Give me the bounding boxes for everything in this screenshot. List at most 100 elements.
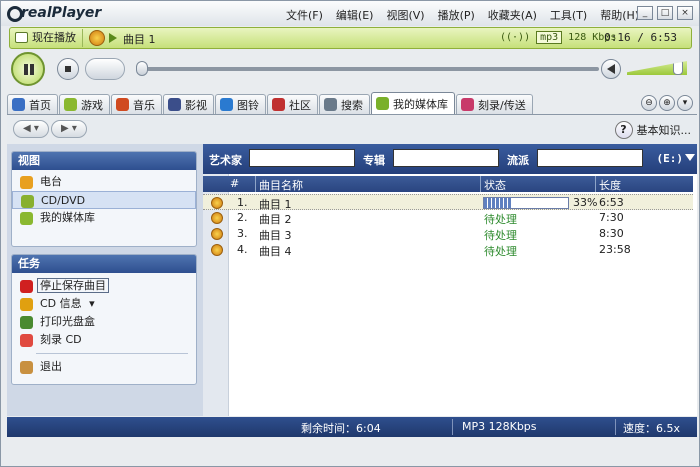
title-bar[interactable]: realPlayer 文件(F) 编辑(E) 视图(V) 播放(P) 收藏夹(A) 工具(… xyxy=(1,1,699,26)
rip-progress-fill xyxy=(484,198,512,208)
format-info: MP3 128Kbps xyxy=(462,420,537,433)
volume-knob[interactable] xyxy=(673,61,683,75)
track-icon xyxy=(211,244,223,256)
tab-7[interactable]: 我的媒体库 xyxy=(371,92,455,114)
seek-slider[interactable] xyxy=(136,61,599,76)
forward-button[interactable]: ▶ ▾ xyxy=(51,120,87,138)
menu-bar: 文件(F) 编辑(E) 视图(V) 播放(P) 收藏夹(A) 工具(T) 帮助(H) xyxy=(286,7,652,23)
table-row[interactable]: 2. 曲目 2 待处理 7:30 xyxy=(203,210,693,226)
track-icon xyxy=(211,228,223,240)
radio-icon xyxy=(20,176,33,189)
maximize-button[interactable]: □ xyxy=(657,6,673,20)
track-length: 7:30 xyxy=(599,211,624,224)
now-playing-title: 曲目 1 xyxy=(123,33,156,46)
window-controls: _ □ × xyxy=(637,6,693,20)
column-status[interactable]: 状态 xyxy=(484,177,506,193)
album-filter-input[interactable] xyxy=(393,149,499,167)
navigation-row: ◀ ▾ ▶ ▾ ? 基本知识... xyxy=(7,116,697,144)
stream-info: ((·)) mp3 128 Kbps xyxy=(500,31,616,44)
table-row[interactable]: 4. 曲目 4 待处理 23:58 xyxy=(203,242,693,258)
tab-3[interactable]: 影视 xyxy=(163,94,214,114)
drive-label: (E:) xyxy=(656,152,684,165)
format-badge: mp3 xyxy=(536,31,563,44)
burn-icon xyxy=(461,98,474,111)
menu-item-6[interactable]: 帮助(H) xyxy=(600,7,639,23)
track-list: # 曲目名称 状态 长度 1. 曲目 1 33% 6:53 2. 曲目 2 待处理 7:30 3… xyxy=(203,174,697,416)
genre-filter-input[interactable] xyxy=(537,149,643,167)
now-playing-label: 现在播放 xyxy=(32,31,76,44)
tasks_panel-item-3[interactable]: 刻录 CD xyxy=(12,331,196,349)
menu-item-3[interactable]: 播放(P) xyxy=(438,7,475,23)
tab-0[interactable]: 首页 xyxy=(7,94,58,114)
tasks_panel-item-1[interactable]: CD 信息 ▾ xyxy=(12,295,196,313)
help-link[interactable]: ? 基本知识... xyxy=(614,121,691,139)
menu-item-0[interactable]: 文件(F) xyxy=(286,7,323,23)
menu-item-4[interactable]: 收藏夹(A) xyxy=(488,7,537,23)
table-row[interactable]: 1. 曲目 1 33% 6:53 xyxy=(203,194,693,211)
tab-4[interactable]: 图铃 xyxy=(215,94,266,114)
volume-icon[interactable] xyxy=(601,59,621,79)
tasks_panel-item-2[interactable]: 打印光盘盒 xyxy=(12,313,196,331)
stop-save-icon xyxy=(20,280,33,293)
column-divider xyxy=(480,176,481,192)
tab-5[interactable]: 社区 xyxy=(267,94,318,114)
tab-2[interactable]: 音乐 xyxy=(111,94,162,114)
drive-dropdown-icon[interactable] xyxy=(685,154,695,161)
tab-1[interactable]: 游戏 xyxy=(59,94,110,114)
track-length: 6:53 xyxy=(599,196,624,209)
views_panel-item-2[interactable]: 我的媒体库 xyxy=(12,209,196,227)
tab-label: 社区 xyxy=(289,98,311,112)
menu-item-1[interactable]: 编辑(E) xyxy=(336,7,374,23)
cd-track-icon xyxy=(89,30,105,46)
media-library-icon xyxy=(20,212,33,225)
now-playing-button[interactable]: 现在播放 xyxy=(12,29,83,47)
tab-label: 音乐 xyxy=(133,98,155,112)
tab-label: 图铃 xyxy=(237,98,259,112)
menu-item-5[interactable]: 工具(T) xyxy=(550,7,587,23)
prev-next-buttons[interactable] xyxy=(85,58,125,80)
track-icon xyxy=(211,212,223,224)
views_panel-item-0[interactable]: 电台 xyxy=(12,173,196,191)
left-sidebar: 视图 电台 CD/DVD 我的媒体库 任务 停止保存曲目 CD 信息 ▾ 打印光盘盒 刻录… xyxy=(7,144,203,416)
rip-speed: 速度：6.5x xyxy=(623,422,681,435)
column-track-name[interactable]: 曲目名称 xyxy=(259,177,303,193)
tab-menu-button[interactable]: ▾ xyxy=(677,95,693,111)
tasks_panel-item-4[interactable]: 退出 xyxy=(12,358,196,376)
tab-scroll-down-button[interactable]: ⊕ xyxy=(659,95,675,111)
track-length: 8:30 xyxy=(599,227,624,240)
logo-text: realPlayer xyxy=(21,5,102,21)
tab-8[interactable]: 刻录/传送 xyxy=(456,94,533,114)
transport-controls xyxy=(9,51,692,87)
stop-button[interactable] xyxy=(57,58,79,80)
tasks_panel-item-0[interactable]: 停止保存曲目 xyxy=(12,277,196,295)
seek-knob[interactable] xyxy=(136,61,148,76)
menu-item-2[interactable]: 视图(V) xyxy=(386,7,424,23)
tasks_panel-item-label: 停止保存曲目 xyxy=(37,278,109,293)
panel-separator xyxy=(36,353,188,354)
tab-label: 游戏 xyxy=(81,98,103,112)
tasks_panel-item-label: CD 信息 xyxy=(40,297,82,310)
close-button[interactable]: × xyxy=(677,6,693,20)
table-row[interactable]: 3. 曲目 3 待处理 8:30 xyxy=(203,226,693,242)
views-panel-header: 视图 xyxy=(12,152,196,170)
tab-scroll-up-button[interactable]: ⊖ xyxy=(641,95,657,111)
pause-button[interactable] xyxy=(11,52,45,86)
track-icon xyxy=(211,197,223,209)
minimize-button[interactable]: _ xyxy=(637,6,653,20)
dropdown-arrow-icon: ▾ xyxy=(85,297,95,310)
remaining-time: 剩余时间：6:04 xyxy=(301,422,381,435)
track-status: 待处理 xyxy=(484,245,517,258)
tab-6[interactable]: 搜索 xyxy=(319,94,370,114)
back-button[interactable]: ◀ ▾ xyxy=(13,120,49,138)
exit-icon xyxy=(20,361,33,374)
views_panel-item-1[interactable]: CD/DVD xyxy=(12,191,196,209)
volume-slider[interactable] xyxy=(627,61,687,75)
column-number[interactable]: # xyxy=(230,177,239,190)
track-number: 3. xyxy=(237,227,248,240)
search-icon xyxy=(324,98,337,111)
artist-filter-input[interactable] xyxy=(249,149,355,167)
tab-label: 搜索 xyxy=(341,98,363,112)
game-icon xyxy=(64,98,77,111)
tasks-panel-header: 任务 xyxy=(12,255,196,273)
column-length[interactable]: 长度 xyxy=(599,177,621,193)
